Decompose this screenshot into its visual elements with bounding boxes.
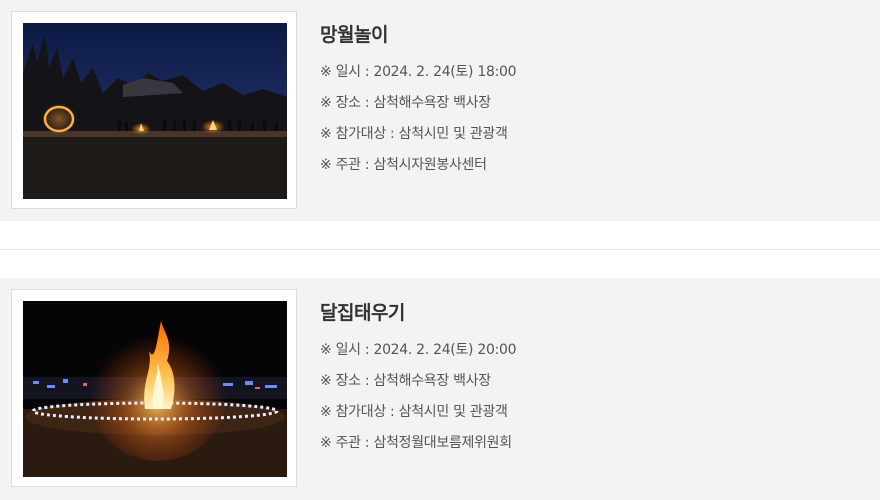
bonfire-night-photo-icon bbox=[23, 23, 287, 199]
event-participants: ※ 참가대상 : 삼척시민 및 관광객 bbox=[320, 404, 508, 420]
event-card-daljip: 달집태우기 ※ 일시 : 2024. 2. 24(토) 20:00 ※ 장소 :… bbox=[0, 278, 880, 500]
event-details: ※ 일시 : 2024. 2. 24(토) 20:00 ※ 장소 : 삼척해수욕… bbox=[320, 340, 860, 464]
event-organizer: ※ 주관 : 삼척시자원봉사센터 bbox=[320, 157, 487, 173]
event-title: 망월놀이 bbox=[320, 24, 388, 46]
event-photo-frame bbox=[11, 289, 297, 487]
event-card-mangwol: 망월놀이 ※ 일시 : 2024. 2. 24(토) 18:00 ※ 장소 : … bbox=[0, 0, 880, 221]
event-location: ※ 장소 : 삼척해수욕장 백사장 bbox=[320, 95, 491, 111]
event-participants: ※ 참가대상 : 삼척시민 및 관광객 bbox=[320, 126, 508, 142]
event-photo-mangwol bbox=[23, 23, 287, 199]
event-title: 달집태우기 bbox=[320, 302, 405, 324]
event-date: ※ 일시 : 2024. 2. 24(토) 18:00 bbox=[320, 64, 517, 80]
event-organizer: ※ 주관 : 삼척정월대보름제위원회 bbox=[320, 435, 512, 451]
event-location: ※ 장소 : 삼척해수욕장 백사장 bbox=[320, 373, 491, 389]
section-divider bbox=[0, 249, 880, 250]
event-info: 망월놀이 ※ 일시 : 2024. 2. 24(토) 18:00 ※ 장소 : … bbox=[320, 22, 860, 186]
moon-house-burning-photo-icon bbox=[23, 301, 287, 477]
event-photo-frame bbox=[11, 11, 297, 209]
event-info: 달집태우기 ※ 일시 : 2024. 2. 24(토) 20:00 ※ 장소 :… bbox=[320, 300, 860, 464]
event-photo-daljip bbox=[23, 301, 287, 477]
event-date: ※ 일시 : 2024. 2. 24(토) 20:00 bbox=[320, 342, 517, 358]
event-details: ※ 일시 : 2024. 2. 24(토) 18:00 ※ 장소 : 삼척해수욕… bbox=[320, 62, 860, 186]
